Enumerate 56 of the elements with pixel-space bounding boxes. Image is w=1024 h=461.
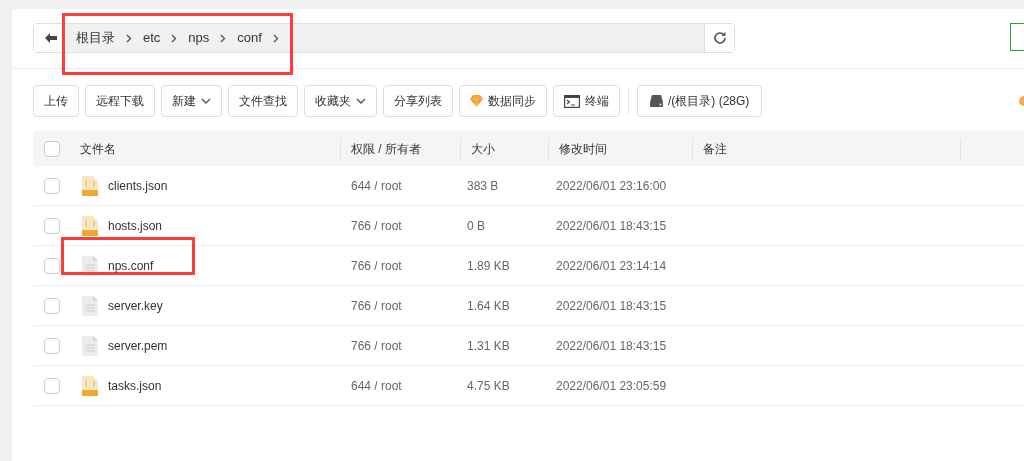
permission-cell-text: 766 / root xyxy=(350,217,403,235)
modified-time-cell-text: 2022/06/01 23:14:14 xyxy=(555,257,668,275)
refresh-icon xyxy=(712,31,727,45)
chevron-down-icon xyxy=(201,98,211,104)
modified-time-cell-text: 2022/06/01 23:05:59 xyxy=(555,377,668,395)
size-cell-text: 4.75 KB xyxy=(466,377,511,395)
disk-icon xyxy=(650,95,663,107)
file-name[interactable]: nps.conf xyxy=(108,256,154,275)
chevron-down-icon xyxy=(356,98,366,104)
toolbar-button[interactable]: 文件查找 xyxy=(228,85,298,117)
toolbar-button[interactable]: 收藏夹 xyxy=(304,85,377,117)
size-cell-text: 1.89 KB xyxy=(466,257,511,275)
modified-time-cell-text: 2022/06/01 18:43:15 xyxy=(555,297,668,315)
file-name[interactable]: hosts.json xyxy=(108,216,163,235)
terminal-icon xyxy=(564,94,580,108)
diamond-icon xyxy=(470,95,483,107)
toolbar-button[interactable]: 终端 xyxy=(553,85,620,117)
breadcrumb-link[interactable]: etc xyxy=(143,28,161,48)
permission-cell-text: 644 / root xyxy=(350,177,403,195)
modified-time-cell-text: 2022/06/01 23:16:00 xyxy=(555,177,668,195)
toolbar-button[interactable]: /(根目录) (28G) xyxy=(637,85,763,117)
chevron-right-icon xyxy=(126,33,132,43)
breadcrumb-link[interactable]: conf xyxy=(237,28,262,48)
chevron-right-icon xyxy=(272,33,279,43)
column-header[interactable]: 文件名 xyxy=(70,139,126,158)
column-header[interactable]: 大小 xyxy=(461,139,505,158)
breadcrumb-link[interactable]: 根目录 xyxy=(76,28,115,48)
toolbar-button[interactable]: 新建 xyxy=(161,85,222,117)
toolbar-button[interactable]: 上传 xyxy=(33,85,79,117)
modified-time-cell-text: 2022/06/01 18:43:15 xyxy=(555,217,668,235)
file-name[interactable]: server.pem xyxy=(108,336,168,355)
refresh-button[interactable] xyxy=(704,24,734,52)
file-name[interactable]: server.key xyxy=(108,296,163,315)
size-cell-text: 1.64 KB xyxy=(466,297,511,315)
size-cell-text: 0 B xyxy=(466,217,486,235)
permission-cell-text: 766 / root xyxy=(350,297,403,315)
toolbar-button[interactable]: 远程下载 xyxy=(85,85,155,117)
permission-cell-text: 766 / root xyxy=(350,337,403,355)
permission-cell-text: 766 / root xyxy=(350,257,403,275)
size-cell-text: 1.31 KB xyxy=(466,337,511,355)
arrow-left-icon xyxy=(44,33,57,43)
column-header[interactable]: 备注 xyxy=(693,139,737,158)
breadcrumb-link[interactable]: nps xyxy=(188,28,210,48)
modified-time-cell-text: 2022/06/01 18:43:15 xyxy=(555,337,668,355)
column-header[interactable]: 权限 / 所有者 xyxy=(341,139,431,158)
file-name[interactable]: clients.json xyxy=(108,176,168,195)
toolbar-button[interactable]: 分享列表 xyxy=(383,85,453,117)
file-name[interactable]: tasks.json xyxy=(108,376,162,395)
size-cell-text: 383 B xyxy=(466,177,500,195)
column-header[interactable]: 修改时间 xyxy=(549,139,617,158)
permission-cell-text: 644 / root xyxy=(350,377,403,395)
chevron-right-icon xyxy=(220,33,227,43)
button-edge[interactable] xyxy=(1010,23,1024,51)
chevron-right-icon xyxy=(171,33,178,43)
checkbox[interactable] xyxy=(43,140,60,157)
toolbar-button[interactable]: 数据同步 xyxy=(459,85,547,117)
